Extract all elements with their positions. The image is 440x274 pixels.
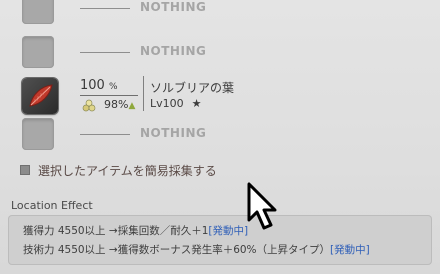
empty-slot-icon — [22, 36, 54, 68]
location-effect-line-2: 技術力 4550以上 →獲得数ボーナス発生率＋60%（上昇タイプ）[発動中] — [23, 242, 370, 257]
item-level-value: Lv100 — [150, 97, 184, 110]
location-effect-line-1: 獲得力 4550以上 →採集回数／耐久＋1[発動中] — [23, 223, 248, 238]
hq-rate-value: 98 — [104, 98, 118, 111]
effect-2-status: [発動中] — [330, 244, 370, 256]
gather-rate-value: 100 — [80, 78, 105, 93]
slot-divider — [80, 8, 130, 9]
slot-label: NOTHING — [140, 126, 207, 140]
item-level: Lv100 ★ — [150, 97, 202, 110]
item-slot — [22, 78, 58, 114]
empty-slot-icon — [22, 118, 54, 150]
item-name: ソルブリアの葉 — [150, 81, 235, 95]
hq-icon — [82, 99, 96, 112]
up-triangle-icon: ▲ — [128, 101, 136, 111]
slot-divider — [80, 52, 130, 53]
gathering-panel: NOTHING NOTHING 100 % 98%▲ ソルブリアの葉 Lv100… — [0, 0, 440, 274]
gather-slot-2[interactable]: NOTHING — [22, 36, 432, 72]
hq-rate-unit: % — [118, 98, 129, 111]
slot-divider — [80, 134, 130, 135]
star-icon: ★ — [191, 97, 202, 110]
gather-slot-4[interactable]: NOTHING — [22, 118, 432, 154]
rate-underline — [80, 95, 138, 96]
location-effect-title: Location Effect — [11, 199, 93, 212]
gather-slot-1[interactable]: NOTHING — [22, 0, 432, 36]
gather-rate: 100 % — [80, 78, 118, 93]
effect-1-status: [発動中] — [208, 225, 249, 237]
gather-rate-unit: % — [108, 82, 118, 92]
mouse-cursor-icon — [247, 182, 277, 230]
effect-2-text: 技術力 4550以上 →獲得数ボーナス発生率＋60%（上昇タイプ） — [23, 244, 331, 256]
slot-separator — [143, 76, 144, 111]
location-effect-box: 獲得力 4550以上 →採集回数／耐久＋1[発動中] 技術力 4550以上 →獲… — [8, 215, 432, 265]
leaf-icon — [29, 84, 53, 107]
gather-slot-3[interactable]: 100 % 98%▲ ソルブリアの葉 Lv100 ★ — [22, 76, 432, 118]
empty-slot-icon — [22, 0, 54, 24]
quick-gather-checkbox[interactable] — [20, 165, 30, 175]
slot-label: NOTHING — [140, 0, 207, 14]
slot-label: NOTHING — [140, 44, 207, 58]
hq-rate: 98%▲ — [104, 98, 135, 111]
quick-gather-label: 選択したアイテムを簡易採集する — [38, 164, 217, 178]
effect-1-text: 獲得力 4550以上 →採集回数／耐久＋1 — [23, 225, 209, 237]
